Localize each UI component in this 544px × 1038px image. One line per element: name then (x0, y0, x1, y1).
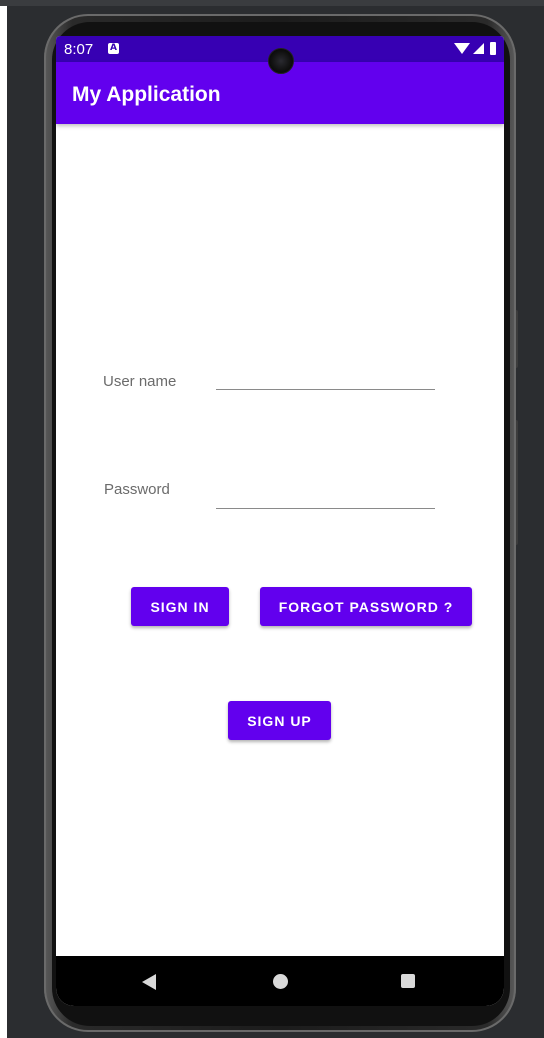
device-screen: 8:07 A My Application User name Password… (56, 36, 504, 1006)
notification-icon: A (108, 43, 119, 54)
forgot-password-button[interactable]: FORGOT PASSWORD ? (260, 587, 472, 626)
recents-icon[interactable] (401, 974, 415, 988)
username-label: User name (103, 373, 177, 390)
username-input[interactable] (216, 358, 436, 390)
navigation-bar (56, 956, 504, 1006)
wifi-icon (454, 43, 470, 54)
window-edge (0, 0, 7, 1038)
username-underline (216, 389, 435, 390)
home-icon[interactable] (273, 974, 288, 989)
signal-icon (473, 43, 484, 54)
front-camera-icon (268, 48, 294, 74)
battery-icon (490, 42, 496, 55)
emulator-background: 8:07 A My Application User name Password… (0, 0, 544, 1038)
password-label: Password (104, 481, 170, 498)
sign-in-button[interactable]: SIGN IN (131, 587, 229, 626)
status-icons (454, 42, 496, 55)
back-icon[interactable] (142, 974, 156, 990)
sign-up-button[interactable]: SIGN UP (228, 701, 331, 740)
password-underline (216, 508, 435, 509)
status-time: 8:07 (64, 41, 94, 58)
window-top-edge (0, 0, 544, 6)
app-title: My Application (72, 83, 221, 106)
password-input[interactable] (216, 476, 436, 509)
